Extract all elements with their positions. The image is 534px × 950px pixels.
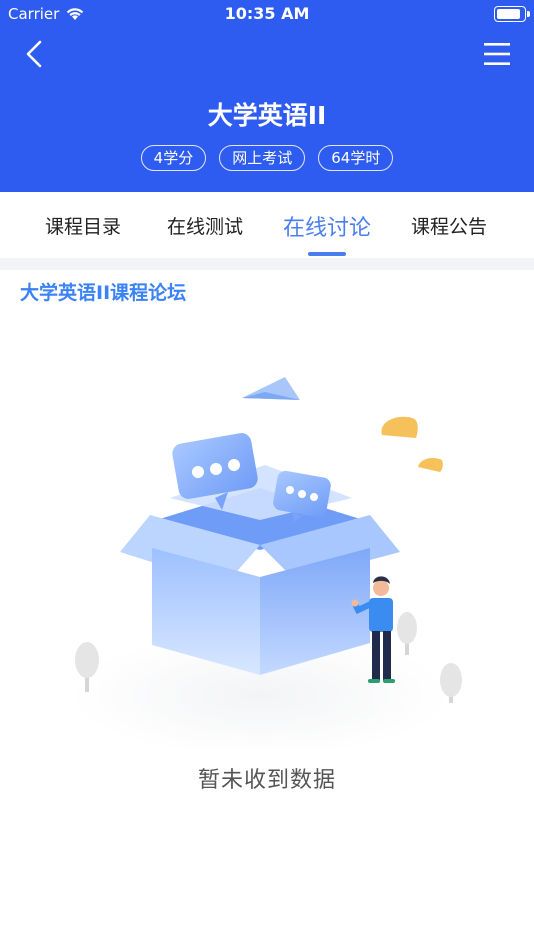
- tab-online-test[interactable]: 在线测试: [144, 192, 266, 258]
- tab-label: 在线测试: [166, 216, 243, 238]
- forum-title: 大学英语II课程论坛: [20, 282, 187, 304]
- cloud-icon: [381, 416, 418, 438]
- course-tags: 4学分 网上考试 64学时: [0, 145, 534, 171]
- cloud-icon: [418, 458, 443, 472]
- tab-label: 课程目录: [44, 216, 121, 238]
- tree-icon: [397, 612, 417, 655]
- active-tab-indicator: [308, 252, 346, 256]
- tab-course-catalog[interactable]: 课程目录: [22, 192, 144, 258]
- empty-state-illustration: [70, 377, 462, 750]
- course-header: Carrier 10:35 AM 大学英语II 4学分 网上考试 64学时: [0, 0, 534, 192]
- credits-tag: 4学分: [140, 145, 207, 171]
- section-divider: [0, 258, 534, 270]
- course-title: 大学英语II: [207, 101, 327, 130]
- tab-online-discussion[interactable]: 在线讨论: [266, 192, 388, 258]
- hours-tag: 64学时: [318, 145, 394, 171]
- status-bar: Carrier 10:35 AM: [0, 0, 534, 30]
- tab-label: 课程公告: [410, 216, 487, 238]
- menu-button[interactable]: [482, 40, 512, 68]
- tab-bar: 课程目录 在线测试 在线讨论 课程公告: [0, 192, 534, 258]
- tab-course-announcement[interactable]: 课程公告: [388, 192, 510, 258]
- battery-level: [497, 9, 520, 19]
- battery-icon: [494, 6, 530, 22]
- tab-label: 在线讨论: [282, 216, 371, 241]
- chevron-left-icon: [26, 40, 42, 68]
- hamburger-menu-icon: [484, 43, 510, 65]
- status-time: 10:35 AM: [224, 4, 310, 23]
- exam-type-tag: 网上考试: [219, 145, 306, 171]
- paper-plane-icon: [242, 377, 300, 400]
- empty-state-message: 暂未收到数据: [197, 768, 336, 793]
- back-button[interactable]: [18, 36, 54, 72]
